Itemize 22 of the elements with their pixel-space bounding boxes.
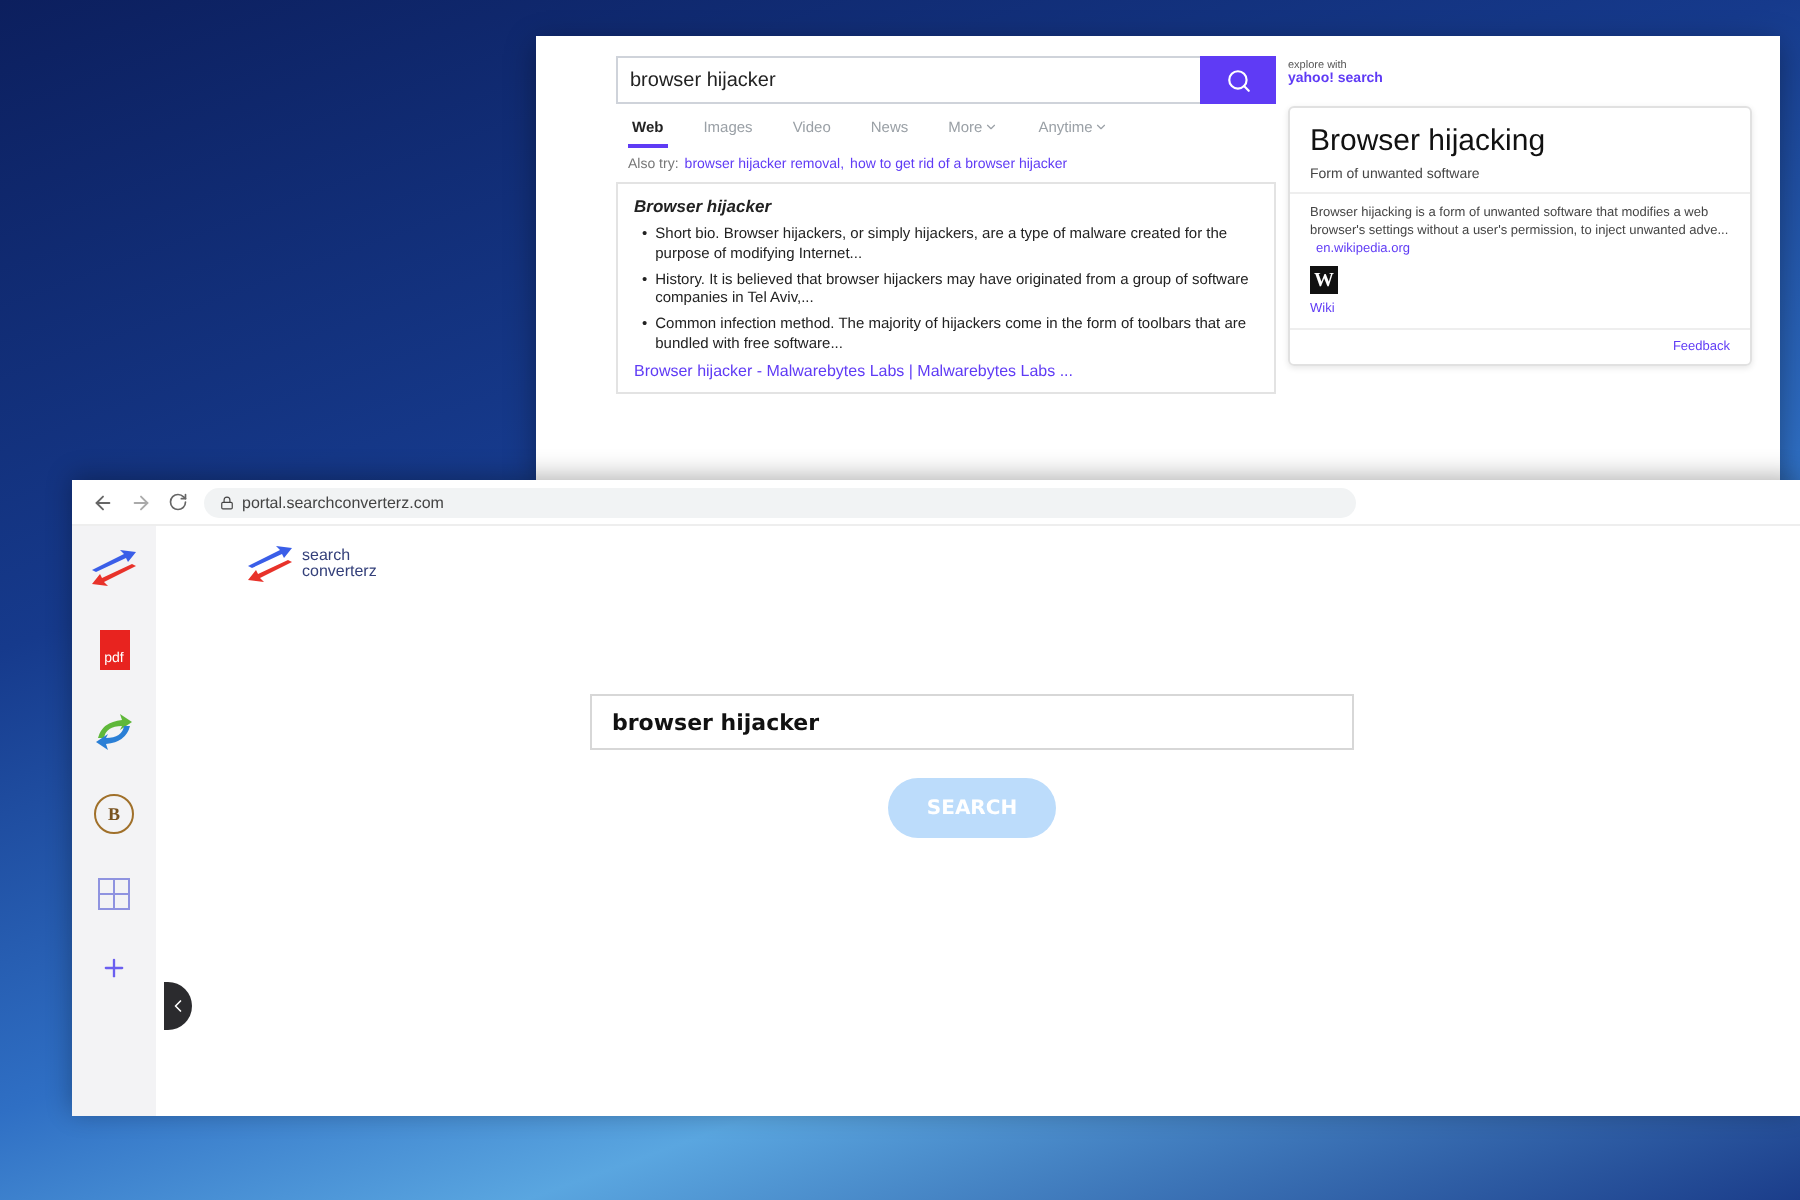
plus-icon[interactable] (100, 954, 128, 982)
knowledge-title: Browser hijacking (1310, 124, 1548, 158)
result-title: Browser hijacker (634, 196, 774, 216)
coin-icon[interactable]: B (94, 794, 134, 834)
reload-icon[interactable] (168, 492, 188, 512)
search-button[interactable] (1200, 56, 1276, 104)
caret-icon (1094, 120, 1109, 134)
result-link[interactable]: Browser hijacker - Malwarebytes Labs | Malwarebytes Labs ... (634, 361, 1258, 379)
arrows-logo-icon (244, 546, 296, 582)
arrows-logo-icon (88, 550, 140, 586)
collapse-button[interactable] (164, 982, 192, 1030)
sync-arrows-icon[interactable] (94, 714, 134, 750)
search-icon (1225, 67, 1251, 93)
search-field[interactable]: browser hijacker (616, 56, 1200, 104)
logo-text: search converterz (302, 548, 379, 580)
caret-icon (984, 120, 999, 134)
address-bar[interactable]: portal.searchconverterz.com (204, 487, 1356, 517)
back-icon[interactable] (92, 491, 114, 513)
search-field[interactable]: browser hijacker (590, 694, 1354, 750)
lock-icon (220, 495, 234, 509)
calculator-icon[interactable] (98, 878, 130, 910)
wikipedia-logo[interactable]: W (1310, 266, 1338, 295)
